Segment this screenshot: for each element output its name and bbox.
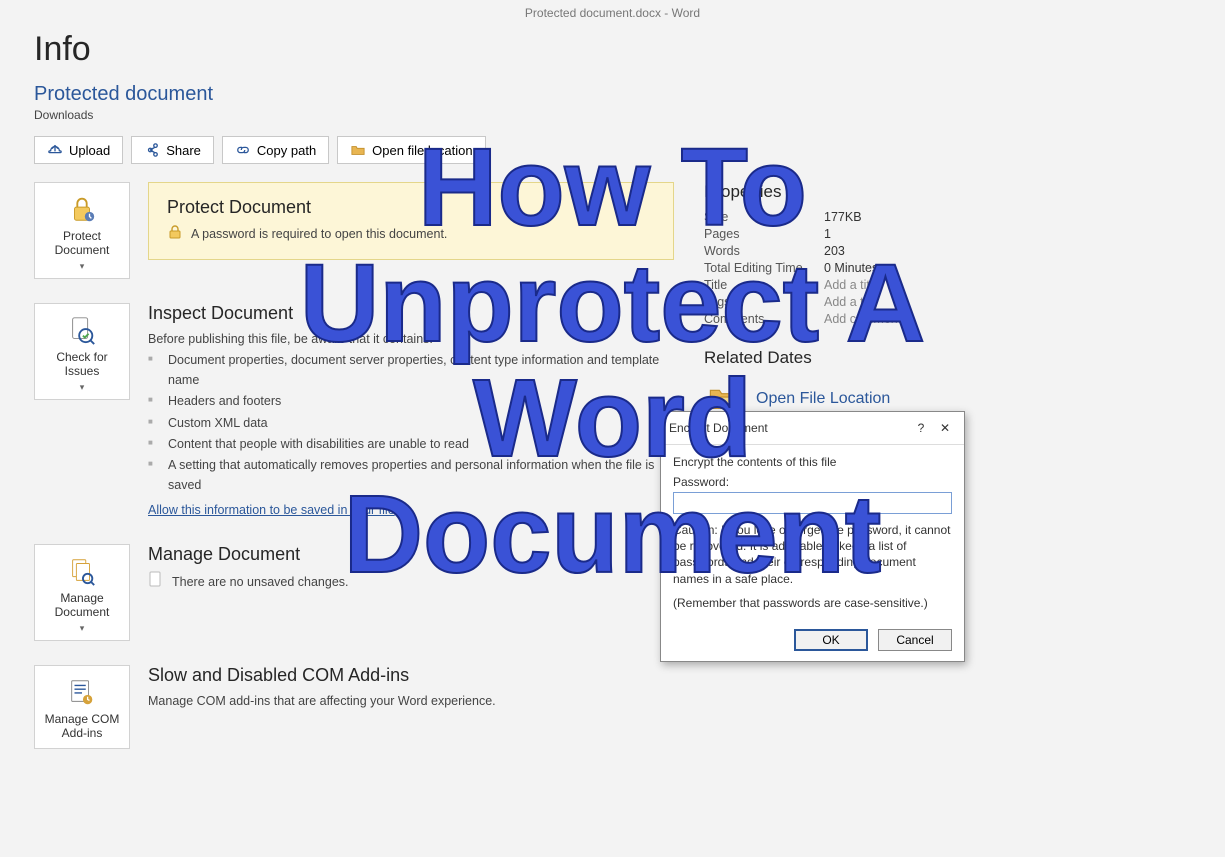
chevron-down-icon: ▾: [785, 187, 790, 198]
addins-icon: [66, 676, 98, 708]
upload-icon: [47, 142, 63, 158]
protect-document-button[interactable]: Protect Document ▾: [34, 182, 130, 279]
prop-value[interactable]: Add a title: [824, 278, 880, 292]
prop-value: 0 Minutes: [824, 261, 878, 275]
help-button[interactable]: ?: [910, 418, 932, 438]
copy-path-button[interactable]: Copy path: [222, 136, 329, 164]
info-toolbar: Upload Share Copy path Open file locatio…: [0, 136, 1225, 182]
addins-title: Slow and Disabled COM Add-ins: [148, 665, 674, 686]
manage-message: There are no unsaved changes.: [172, 573, 349, 592]
open-location-button[interactable]: Open file location: [337, 136, 485, 164]
document-path: Downloads: [0, 108, 1225, 136]
prop-value: 203: [824, 244, 845, 258]
prop-value[interactable]: Add a tag: [824, 295, 878, 309]
protect-title: Protect Document: [167, 197, 655, 218]
addins-section: Manage COM Add-ins Slow and Disabled COM…: [34, 665, 674, 749]
inspect-item: Document properties, document server pro…: [148, 351, 674, 390]
dialog-title: Encrypt Document: [669, 421, 768, 435]
prop-key: Pages: [704, 227, 824, 241]
prop-key: Comments: [704, 312, 824, 326]
manage-section: Manage Document ▾ Manage Document There …: [34, 544, 674, 641]
chevron-down-icon: ▾: [80, 382, 85, 393]
close-button[interactable]: ✕: [934, 418, 956, 438]
share-button[interactable]: Share: [131, 136, 214, 164]
lock-icon: [66, 193, 98, 225]
protect-message: A password is required to open this docu…: [191, 225, 447, 244]
open-file-location-link[interactable]: Open File Location: [756, 390, 890, 408]
cancel-button[interactable]: Cancel: [878, 629, 952, 651]
prop-key: Size: [704, 210, 824, 224]
inspect-item: Content that people with disabilities ar…: [148, 435, 674, 454]
ok-button[interactable]: OK: [794, 629, 868, 651]
share-label: Share: [166, 143, 201, 158]
upload-label: Upload: [69, 143, 110, 158]
prop-key: Tags: [704, 295, 824, 309]
prop-value[interactable]: Add comments: [824, 312, 907, 326]
check-issues-label: Check for Issues: [39, 350, 125, 378]
document-name: Protected document: [0, 83, 1225, 108]
manage-doc-label: Manage Document: [39, 591, 125, 619]
page-title: Info: [0, 26, 1225, 83]
inspect-item: A setting that automatically removes pro…: [148, 456, 674, 495]
inspect-item: Headers and footers: [148, 392, 674, 411]
allow-save-link[interactable]: Allow this information to be saved in yo…: [148, 501, 395, 520]
prop-key: Total Editing Time: [704, 261, 824, 275]
password-label: Password:: [673, 475, 952, 489]
manage-title: Manage Document: [148, 544, 674, 565]
inspect-list: Document properties, document server pro…: [148, 351, 674, 495]
password-input[interactable]: [673, 492, 952, 514]
folder-icon: [350, 142, 366, 158]
chevron-down-icon: ▾: [80, 261, 85, 272]
manage-document-button[interactable]: Manage Document ▾: [34, 544, 130, 641]
copy-path-label: Copy path: [257, 143, 316, 158]
dialog-note2: (Remember that passwords are case-sensit…: [673, 595, 952, 611]
prop-value: 177KB: [824, 210, 862, 224]
upload-button[interactable]: Upload: [34, 136, 123, 164]
lock-small-icon: [167, 224, 183, 245]
related-dates-header: Related Dates: [704, 348, 1024, 368]
inspect-section: Check for Issues ▾ Inspect Document Befo…: [34, 303, 674, 520]
encrypt-document-dialog: Encrypt Document ? ✕ Encrypt the content…: [660, 411, 965, 662]
window-title: Protected document.docx - Word: [0, 0, 1225, 26]
inspect-title: Inspect Document: [148, 303, 674, 324]
prop-key: Words: [704, 244, 824, 258]
inspect-icon: [66, 314, 98, 346]
share-icon: [144, 142, 160, 158]
protect-button-label: Protect Document: [39, 229, 125, 257]
check-issues-button[interactable]: Check for Issues ▾: [34, 303, 130, 400]
dialog-caution: Caution: If you lose or forget the passw…: [673, 522, 952, 587]
link-icon: [235, 142, 251, 158]
properties-header[interactable]: Properties ▾: [704, 182, 1024, 202]
addins-message: Manage COM add-ins that are affecting yo…: [148, 692, 674, 711]
open-location-label: Open file location: [372, 143, 472, 158]
manage-com-addins-button[interactable]: Manage COM Add-ins: [34, 665, 130, 749]
protect-section: Protect Document ▾ Protect Document A pa…: [34, 182, 674, 279]
prop-value: 1: [824, 227, 831, 241]
manage-doc-icon: [66, 555, 98, 587]
inspect-intro: Before publishing this file, be aware th…: [148, 330, 674, 349]
document-icon: [148, 571, 164, 593]
addins-label: Manage COM Add-ins: [39, 712, 125, 740]
prop-key: Title: [704, 278, 824, 292]
inspect-item: Custom XML data: [148, 414, 674, 433]
chevron-down-icon: ▾: [80, 623, 85, 634]
dialog-subtitle: Encrypt the contents of this file: [673, 455, 952, 469]
